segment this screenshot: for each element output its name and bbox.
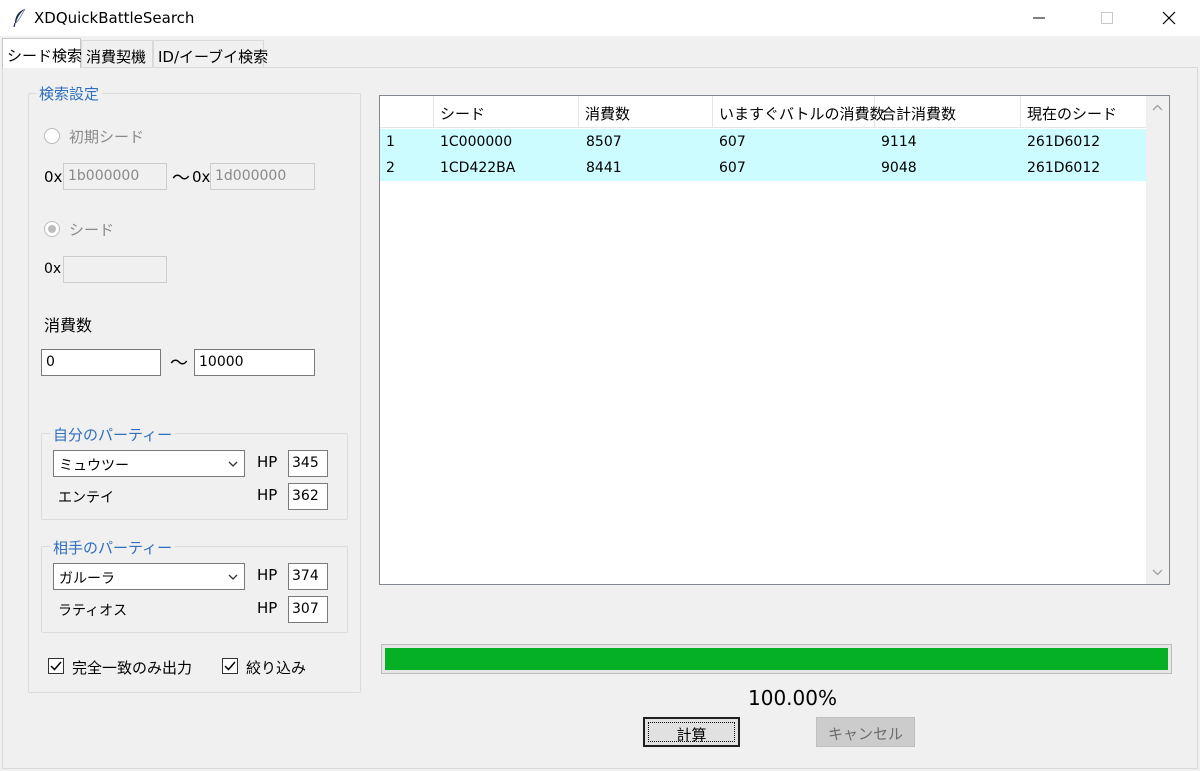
table-cell: 1	[386, 134, 395, 150]
exact-match-checkbox[interactable]	[48, 658, 64, 674]
column-header-current-seed[interactable]: 現在のシード	[1021, 96, 1146, 128]
table-cell: 1C000000	[440, 134, 513, 150]
column-header-seed[interactable]: シード	[434, 96, 579, 128]
selected-value: ミュウツー	[59, 458, 129, 474]
table-cell: 8441	[586, 160, 622, 176]
close-icon	[1162, 11, 1176, 25]
hex-prefix: 0x	[192, 168, 211, 186]
opponent-party-pokemon2-label: ラティオス	[58, 603, 128, 619]
maximize-button[interactable]	[1084, 0, 1130, 36]
cancel-button[interactable]: キャンセル	[816, 717, 915, 747]
feather-icon	[13, 8, 26, 28]
seed-radio[interactable]	[44, 221, 60, 237]
hp-label: HP	[257, 453, 278, 471]
table-cell: 607	[719, 134, 746, 150]
column-header-quick-battle-consumption[interactable]: いますぐバトルの消費数	[713, 96, 884, 128]
vertical-scrollbar[interactable]	[1146, 96, 1169, 584]
my-party-title: 自分のパーティー	[50, 424, 176, 445]
exact-match-label: 完全一致のみ出力	[72, 659, 193, 677]
selected-value: ガルーラ	[59, 571, 115, 587]
my-party-pokemon1-select[interactable]: ミュウツー	[53, 450, 245, 477]
search-settings-title: 検索設定	[36, 83, 103, 104]
table-cell: 1CD422BA	[440, 160, 516, 176]
table-row[interactable]: 1 1C000000 8507 607 9114 261D6012	[380, 129, 1146, 155]
seed-label: シード	[69, 221, 115, 239]
focus-ring	[648, 722, 735, 742]
results-table[interactable]: シード 消費数 いますぐバトルの消費数 合計消費数 現在のシード 1 1C000…	[379, 95, 1170, 585]
consumption-to-field[interactable]: 10000	[194, 349, 315, 376]
opponent-party-title: 相手のパーティー	[50, 537, 176, 558]
opponent-party-hp2-field[interactable]: 307	[288, 596, 328, 623]
initial-seed-label: 初期シード	[69, 128, 145, 146]
chevron-up-icon[interactable]	[1152, 104, 1163, 112]
hp-label: HP	[257, 486, 278, 504]
checkmark-icon	[224, 661, 236, 671]
hp-label: HP	[257, 566, 278, 584]
initial-seed-to-field[interactable]: 1d000000	[210, 163, 315, 190]
range-tilde: 〜	[170, 353, 188, 374]
maximize-icon	[1101, 12, 1113, 24]
close-button[interactable]	[1146, 0, 1192, 36]
window-title: XDQuickBattleSearch	[34, 9, 195, 27]
radio-selected-dot	[48, 225, 56, 233]
opponent-party-pokemon1-select[interactable]: ガルーラ	[53, 563, 245, 590]
opponent-party-hp1-field[interactable]: 374	[288, 563, 328, 590]
table-cell: 9114	[881, 134, 917, 150]
table-row[interactable]: 2 1CD422BA 8441 607 9048 261D6012	[380, 155, 1146, 181]
filter-label: 絞り込み	[246, 659, 307, 677]
hex-prefix: 0x	[44, 261, 62, 277]
table-cell: 261D6012	[1027, 160, 1101, 176]
chevron-down-icon	[228, 461, 238, 467]
tab-seed-search[interactable]: シード検索	[2, 38, 82, 68]
table-cell: 8507	[586, 134, 622, 150]
consumption-from-field[interactable]: 0	[41, 349, 161, 376]
progress-bar	[381, 644, 1172, 674]
seed-field[interactable]	[63, 256, 167, 283]
chevron-down-icon	[228, 574, 238, 580]
tab-consumption-trigger[interactable]: 消費契機	[81, 40, 153, 67]
progress-fill	[385, 648, 1168, 670]
range-tilde: 〜	[172, 168, 190, 189]
consumption-label: 消費数	[44, 316, 93, 335]
table-cell: 261D6012	[1027, 134, 1101, 150]
column-header-total-consumption[interactable]: 合計消費数	[875, 96, 1021, 128]
initial-seed-radio[interactable]	[44, 128, 60, 144]
table-cell: 607	[719, 160, 746, 176]
my-party-hp1-field[interactable]: 345	[288, 450, 328, 477]
minimize-button[interactable]	[1016, 0, 1062, 36]
initial-seed-from-field[interactable]: 1b000000	[63, 163, 167, 190]
table-cell: 2	[386, 160, 395, 176]
column-header-consumption[interactable]: 消費数	[579, 96, 713, 128]
filter-checkbox[interactable]	[222, 658, 238, 674]
hex-prefix: 0x	[44, 168, 63, 186]
my-party-pokemon2-label: エンテイ	[58, 490, 114, 506]
minimize-icon	[1033, 17, 1045, 19]
table-cell: 9048	[881, 160, 917, 176]
my-party-hp2-field[interactable]: 362	[288, 483, 328, 510]
column-header-index[interactable]	[380, 96, 434, 128]
progress-percentage: 100.00%	[748, 686, 837, 710]
calculate-button[interactable]: 計算	[643, 717, 740, 747]
tab-id-eevee-search[interactable]: ID/イーブイ検索	[153, 40, 268, 67]
hp-label: HP	[257, 599, 278, 617]
chevron-down-icon[interactable]	[1152, 568, 1163, 576]
checkmark-icon	[50, 661, 62, 671]
